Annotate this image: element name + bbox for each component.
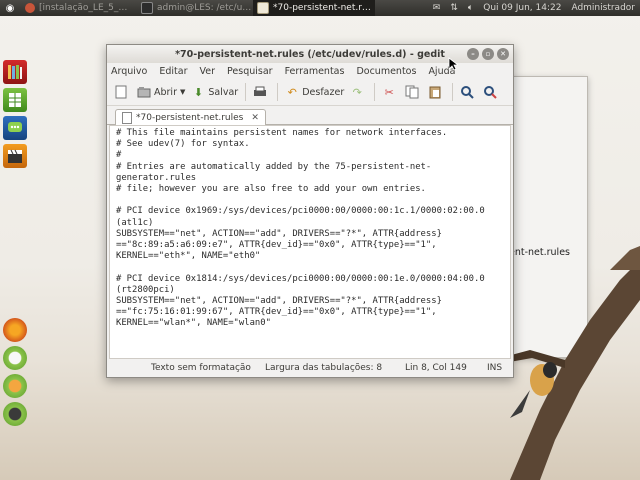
folder-icon[interactable]	[3, 374, 27, 398]
search-icon	[460, 85, 474, 99]
print-button[interactable]	[250, 82, 273, 102]
taskbar-item-label: admin@LES: /etc/u…	[157, 3, 252, 13]
tab-width-selector[interactable]: Largura das tabulações: 8	[265, 363, 382, 373]
new-document-icon	[114, 85, 128, 99]
chat-glyph-icon	[8, 122, 22, 132]
toolbar: Abrir ▼ ⬇ Salvar ↶ Desfazer ↷ ✂	[107, 79, 513, 106]
find-replace-button[interactable]	[480, 82, 503, 102]
firefox-icon[interactable]	[3, 318, 27, 342]
document-icon	[122, 111, 132, 124]
network-icon[interactable]: ⇅	[450, 3, 458, 13]
volume-icon[interactable]: 🔈︎	[468, 3, 473, 13]
save-button[interactable]: ⬇ Salvar	[188, 82, 241, 102]
books-glyph-icon	[8, 65, 22, 79]
toolbar-separator	[277, 83, 279, 101]
menu-pesquisar[interactable]: Pesquisar	[227, 66, 273, 77]
mouse-pointer-icon	[448, 57, 458, 71]
cut-icon: ✂	[384, 85, 394, 99]
spreadsheet-icon[interactable]	[3, 88, 27, 112]
redo-icon: ↷	[352, 85, 362, 99]
document-tabbar: *70-persistent-net.rules ✕	[107, 106, 513, 125]
spreadsheet-glyph-icon	[9, 93, 21, 107]
window-title: *70-persistent-net.rules (/etc/udev/rule…	[175, 48, 445, 60]
insert-mode: INS	[487, 363, 503, 373]
open-button-label: Abrir	[154, 86, 177, 98]
save-icon: ⬇	[193, 85, 203, 99]
undo-icon: ↶	[287, 85, 297, 99]
top-panel: ◉ [instalação_LE_5_… admin@LES: /etc/u… …	[0, 0, 640, 16]
statusbar: Texto sem formatação Largura das tabulaç…	[107, 359, 513, 377]
new-document-button[interactable]	[111, 82, 134, 102]
undo-button[interactable]: ↶ Desfazer	[282, 82, 347, 102]
toolbar-separator	[452, 83, 454, 101]
open-button[interactable]: Abrir ▼	[134, 82, 188, 102]
menu-documentos[interactable]: Documentos	[356, 66, 416, 77]
close-tab-icon[interactable]: ✕	[251, 113, 259, 123]
mail-icon[interactable]: ✉	[433, 3, 441, 13]
taskbar-item-terminal[interactable]: admin@LES: /etc/u…	[137, 0, 253, 16]
chat-icon[interactable]	[3, 116, 27, 140]
document-icon[interactable]	[3, 346, 27, 370]
menu-editar[interactable]: Editar	[159, 66, 187, 77]
undo-button-label: Desfazer	[302, 86, 345, 98]
ubuntu-logo-icon[interactable]: ◉	[3, 1, 17, 15]
user-name[interactable]: Administrador	[571, 3, 635, 13]
cursor-position: Lin 8, Col 149	[405, 363, 467, 373]
cut-button[interactable]: ✂	[379, 82, 402, 102]
toolbar-separator	[245, 83, 247, 101]
copy-icon	[405, 85, 419, 99]
paste-button[interactable]	[425, 82, 448, 102]
terminal-icon	[141, 2, 153, 14]
find-replace-icon	[483, 85, 497, 99]
menu-ferramentas[interactable]: Ferramentas	[285, 66, 345, 77]
clapperboard-icon[interactable]	[3, 144, 27, 168]
minimize-button[interactable]: –	[467, 48, 479, 60]
close-button[interactable]: ✕	[497, 48, 509, 60]
maximize-button[interactable]: ▫	[482, 48, 494, 60]
find-button[interactable]	[457, 82, 480, 102]
print-icon	[253, 85, 267, 99]
copy-button[interactable]	[402, 82, 425, 102]
redo-button[interactable]: ↷	[347, 82, 370, 102]
browser-icon	[25, 3, 35, 13]
open-file-icon	[137, 85, 151, 99]
system-tray: ✉ ⇅ 🔈︎ Qui 09 Jun, 14:22 Administrador	[428, 0, 640, 16]
books-icon[interactable]	[3, 60, 27, 84]
syntax-mode-selector[interactable]: Texto sem formatação	[151, 363, 251, 373]
taskbar-item-label: [instalação_LE_5_…	[39, 3, 128, 13]
chevron-down-icon[interactable]: ▼	[180, 88, 185, 96]
editor-content[interactable]: # This file maintains persistent names f…	[110, 126, 510, 332]
menu-ver[interactable]: Ver	[200, 66, 216, 77]
clock[interactable]: Qui 09 Jun, 14:22	[483, 3, 561, 13]
display-icon[interactable]	[3, 402, 27, 426]
taskbar-item-browser[interactable]: [instalação_LE_5_…	[21, 0, 137, 16]
taskbar-item-gedit[interactable]: *70-persistent-net.r…	[253, 0, 375, 16]
text-editor-area[interactable]: # This file maintains persistent names f…	[109, 125, 511, 359]
document-tab[interactable]: *70-persistent-net.rules ✕	[115, 109, 266, 125]
save-button-label: Salvar	[208, 86, 239, 98]
clapperboard-glyph-icon	[8, 149, 22, 163]
toolbar-separator	[374, 83, 376, 101]
gedit-window: *70-persistent-net.rules (/etc/udev/rule…	[106, 44, 514, 378]
paste-icon	[428, 85, 442, 99]
menu-arquivo[interactable]: Arquivo	[111, 66, 147, 77]
text-editor-icon	[257, 2, 269, 14]
taskbar-item-label: *70-persistent-net.r…	[273, 3, 371, 13]
document-tab-label: *70-persistent-net.rules	[136, 112, 244, 123]
